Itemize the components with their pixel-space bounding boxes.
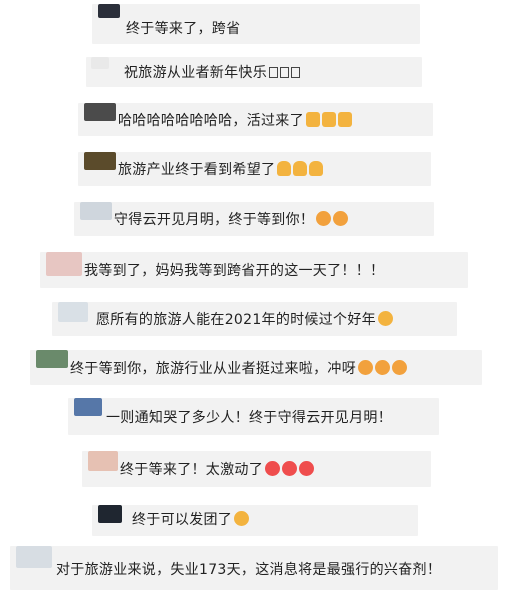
user-avatar[interactable]	[98, 4, 120, 18]
fist-emoji-icon	[377, 311, 393, 326]
comment-text: 终于等来了！太激动了	[120, 461, 314, 479]
thumbs-up-emoji-icon	[277, 161, 292, 176]
comment-item[interactable]: 愿所有的旅游人能在2021年的时候过个好年	[52, 302, 457, 336]
comment-item[interactable]: 旅游产业终于看到希望了	[78, 152, 431, 186]
user-avatar[interactable]	[58, 302, 88, 322]
comment-text: 愿所有的旅游人能在2021年的时候过个好年	[96, 311, 393, 329]
flushed-face-emoji-icon	[392, 360, 407, 375]
comment-item[interactable]: 祝旅游从业者新年快乐	[86, 57, 422, 87]
user-avatar[interactable]	[84, 152, 116, 170]
comment-text: 守得云开见月明，终于等到你！	[114, 211, 349, 229]
comment-item[interactable]: 我等到了，妈妈我等到跨省开的这一天了！！！	[40, 252, 468, 288]
comment-text: 一则通知哭了多少人！终于守得云开见月明！	[106, 410, 392, 426]
user-avatar[interactable]	[98, 505, 122, 523]
comment-text-main: 旅游产业终于看到希望了	[118, 162, 276, 178]
comment-text-main: 祝旅游从业者新年快乐	[124, 65, 267, 81]
user-avatar[interactable]	[84, 103, 116, 121]
comment-text-main: 终于等到你，旅游行业从业者挺过来啦，冲呀	[70, 361, 356, 377]
comment-list: 终于等来了，跨省 祝旅游从业者新年快乐 哈哈哈哈哈哈哈哈，活过来了 旅游产业终于…	[0, 0, 507, 598]
victory-hand-emoji-icon	[337, 112, 352, 127]
flushed-face-emoji-icon	[333, 211, 349, 226]
user-avatar[interactable]	[46, 252, 82, 276]
comment-item[interactable]: 终于等到你，旅游行业从业者挺过来啦，冲呀	[30, 350, 482, 385]
comment-text: 哈哈哈哈哈哈哈哈，活过来了	[118, 112, 352, 130]
surprised-face-emoji-icon	[265, 461, 280, 476]
comment-item[interactable]: 对于旅游业来说，失业173天，这消息将是最强行的兴奋剂！	[10, 546, 498, 590]
user-avatar[interactable]	[74, 398, 102, 416]
surprised-face-emoji-icon	[299, 461, 314, 476]
user-avatar[interactable]	[88, 451, 118, 471]
comment-text: 祝旅游从业者新年快乐	[124, 64, 305, 82]
flushed-face-emoji-icon	[358, 360, 373, 375]
comment-text-main: 守得云开见月明，终于等到你！	[114, 212, 315, 228]
user-avatar[interactable]	[80, 202, 112, 220]
victory-hand-emoji-icon	[305, 112, 320, 127]
thumbs-up-emoji-icon	[309, 161, 324, 176]
comment-item[interactable]: 终于等来了！太激动了	[82, 451, 431, 487]
comment-text-main: 终于可以发团了	[132, 512, 233, 528]
comment-text: 终于可以发团了	[132, 511, 250, 529]
comment-item[interactable]: 守得云开见月明，终于等到你！	[74, 202, 434, 236]
comment-text: 终于等到你，旅游行业从业者挺过来啦，冲呀	[70, 360, 407, 378]
comment-text-main: 终于等来了！太激动了	[120, 462, 263, 478]
flushed-face-emoji-icon	[375, 360, 390, 375]
comment-text: 对于旅游业来说，失业173天，这消息将是最强行的兴奋剂！	[56, 562, 442, 578]
comment-text: 旅游产业终于看到希望了	[118, 161, 324, 179]
comment-item[interactable]: 哈哈哈哈哈哈哈哈，活过来了	[78, 103, 433, 136]
surprised-face-emoji-icon	[282, 461, 297, 476]
user-avatar[interactable]	[91, 57, 109, 69]
flushed-face-emoji-icon	[316, 211, 332, 226]
comment-text-main: 哈哈哈哈哈哈哈哈，活过来了	[118, 113, 304, 129]
user-avatar[interactable]	[16, 546, 52, 568]
unknown-char-box-icon	[269, 65, 305, 78]
victory-hand-emoji-icon	[321, 112, 336, 127]
comment-item[interactable]: 终于等来了，跨省	[92, 4, 420, 44]
comment-item[interactable]: 终于可以发团了	[92, 505, 418, 536]
user-avatar[interactable]	[36, 350, 68, 368]
comment-text: 终于等来了，跨省	[126, 21, 241, 37]
comment-item[interactable]: 一则通知哭了多少人！终于守得云开见月明！	[68, 398, 439, 435]
comment-text-main: 愿所有的旅游人能在2021年的时候过个好年	[96, 312, 376, 328]
sunglasses-face-emoji-icon	[234, 511, 250, 526]
comment-text: 我等到了，妈妈我等到跨省开的这一天了！！！	[84, 263, 385, 279]
thumbs-up-emoji-icon	[293, 161, 308, 176]
